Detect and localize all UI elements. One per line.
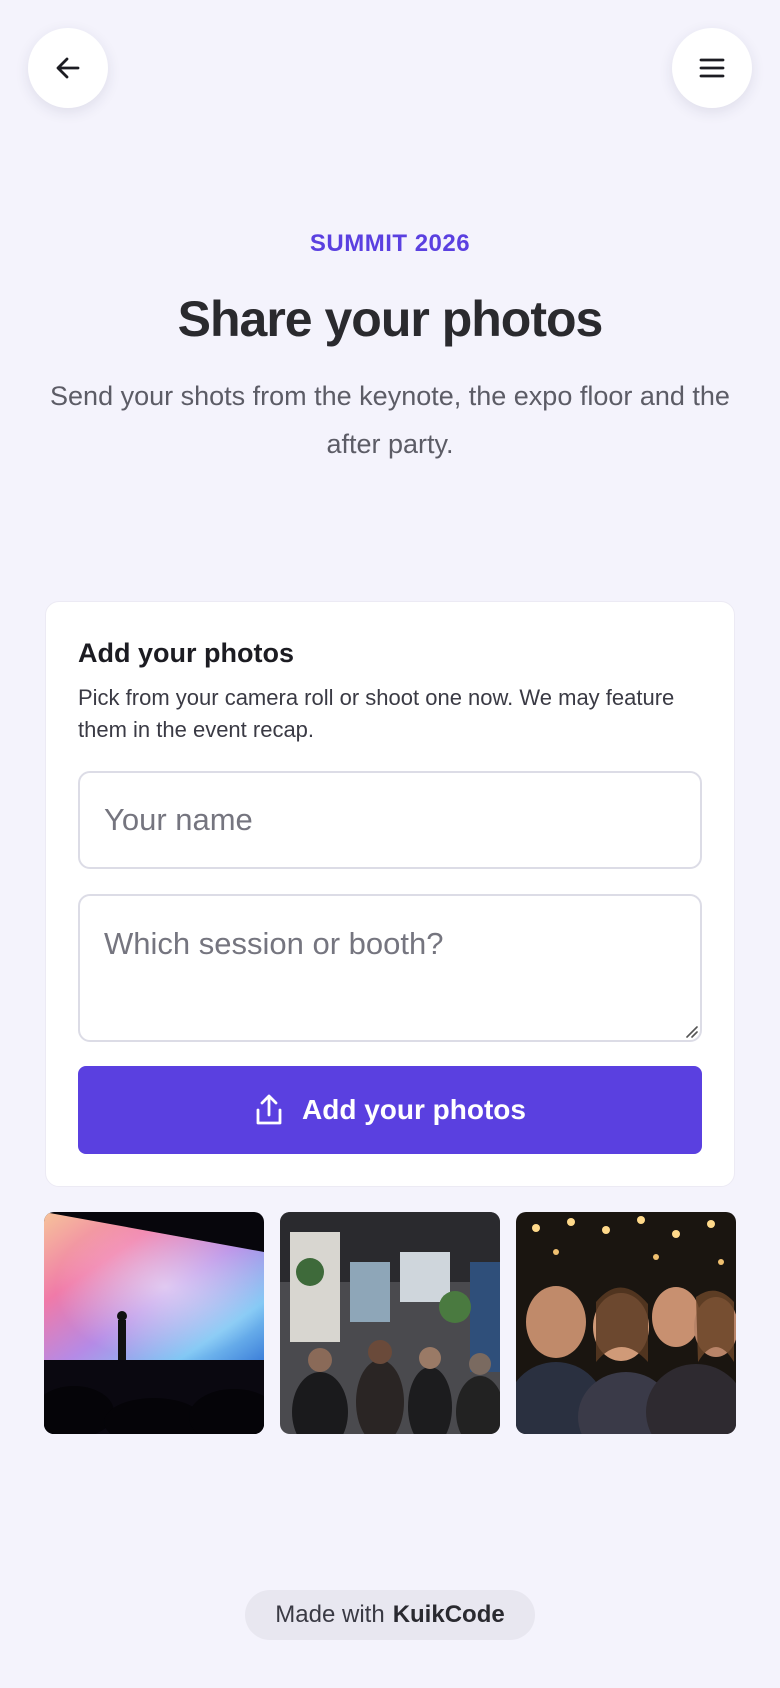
- arrow-left-icon: [56, 57, 80, 79]
- session-input[interactable]: [78, 894, 702, 1042]
- add-photos-button[interactable]: Add your photos: [78, 1066, 702, 1154]
- made-with-badge[interactable]: Made with KuikCode: [245, 1590, 535, 1640]
- photo-keynote-stage[interactable]: [44, 1212, 264, 1434]
- brand-name: KuikCode: [392, 1601, 505, 1628]
- event-eyebrow: SUMMIT 2026: [309, 230, 471, 257]
- name-input[interactable]: [78, 771, 702, 869]
- page-subtitle: Send your shots from the keynote, the ex…: [50, 381, 730, 459]
- page-title: Share your photos: [177, 291, 604, 347]
- made-with-text: Made with: [275, 1601, 385, 1628]
- back-button[interactable]: [28, 28, 108, 108]
- photo-gallery: [44, 1212, 736, 1434]
- upload-card: Add your photos Pick from your camera ro…: [45, 601, 735, 1187]
- photo-share-page: SUMMIT 2026 Share your photos Send your …: [0, 0, 780, 1688]
- card-title: Add your photos: [78, 638, 294, 668]
- photo-expo-floor[interactable]: [280, 1212, 500, 1434]
- expo-floor-image: [280, 1212, 500, 1434]
- add-photos-button-label: Add your photos: [302, 1094, 526, 1125]
- menu-button[interactable]: [672, 28, 752, 108]
- photo-after-party[interactable]: [516, 1212, 736, 1434]
- resize-grip-icon[interactable]: [684, 1024, 698, 1038]
- hamburger-menu-icon: [699, 58, 725, 78]
- card-description: Pick from your camera roll or shoot one …: [78, 685, 675, 742]
- after-party-image: [516, 1212, 736, 1434]
- upload-icon: [256, 1094, 282, 1125]
- keynote-stage-image: [44, 1212, 264, 1434]
